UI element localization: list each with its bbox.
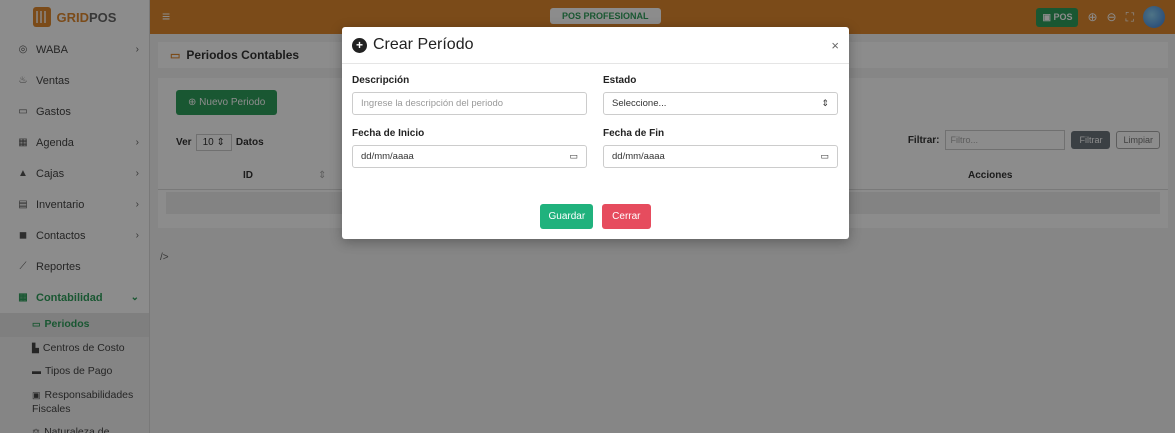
create-period-modal: + Crear Período × Descripción Ingrese la…	[342, 27, 849, 239]
save-button[interactable]: Guardar	[540, 204, 594, 229]
calendar-picker-icon[interactable]: ▭	[820, 151, 829, 162]
calendar-picker-icon[interactable]: ▭	[569, 151, 578, 162]
fecha-fin-label: Fecha de Fin	[603, 128, 665, 139]
fecha-inicio-label: Fecha de Inicio	[352, 128, 425, 139]
select-arrows-icon: ⇕	[821, 98, 829, 108]
plus-circle-icon: +	[352, 37, 367, 53]
close-icon[interactable]: ×	[831, 38, 839, 53]
descripcion-label: Descripción	[352, 75, 410, 86]
estado-select[interactable]: Seleccione... ⇕	[603, 92, 838, 115]
fecha-fin-input[interactable]: dd/mm/aaaa ▭	[603, 145, 838, 168]
estado-label: Estado	[603, 75, 637, 86]
descripcion-input[interactable]: Ingrese la descripción del periodo	[352, 92, 587, 115]
modal-header: + Crear Período ×	[342, 27, 849, 64]
cancel-button[interactable]: Cerrar	[602, 204, 651, 229]
modal-title: Crear Período	[373, 36, 474, 53]
fecha-inicio-input[interactable]: dd/mm/aaaa ▭	[352, 145, 587, 168]
